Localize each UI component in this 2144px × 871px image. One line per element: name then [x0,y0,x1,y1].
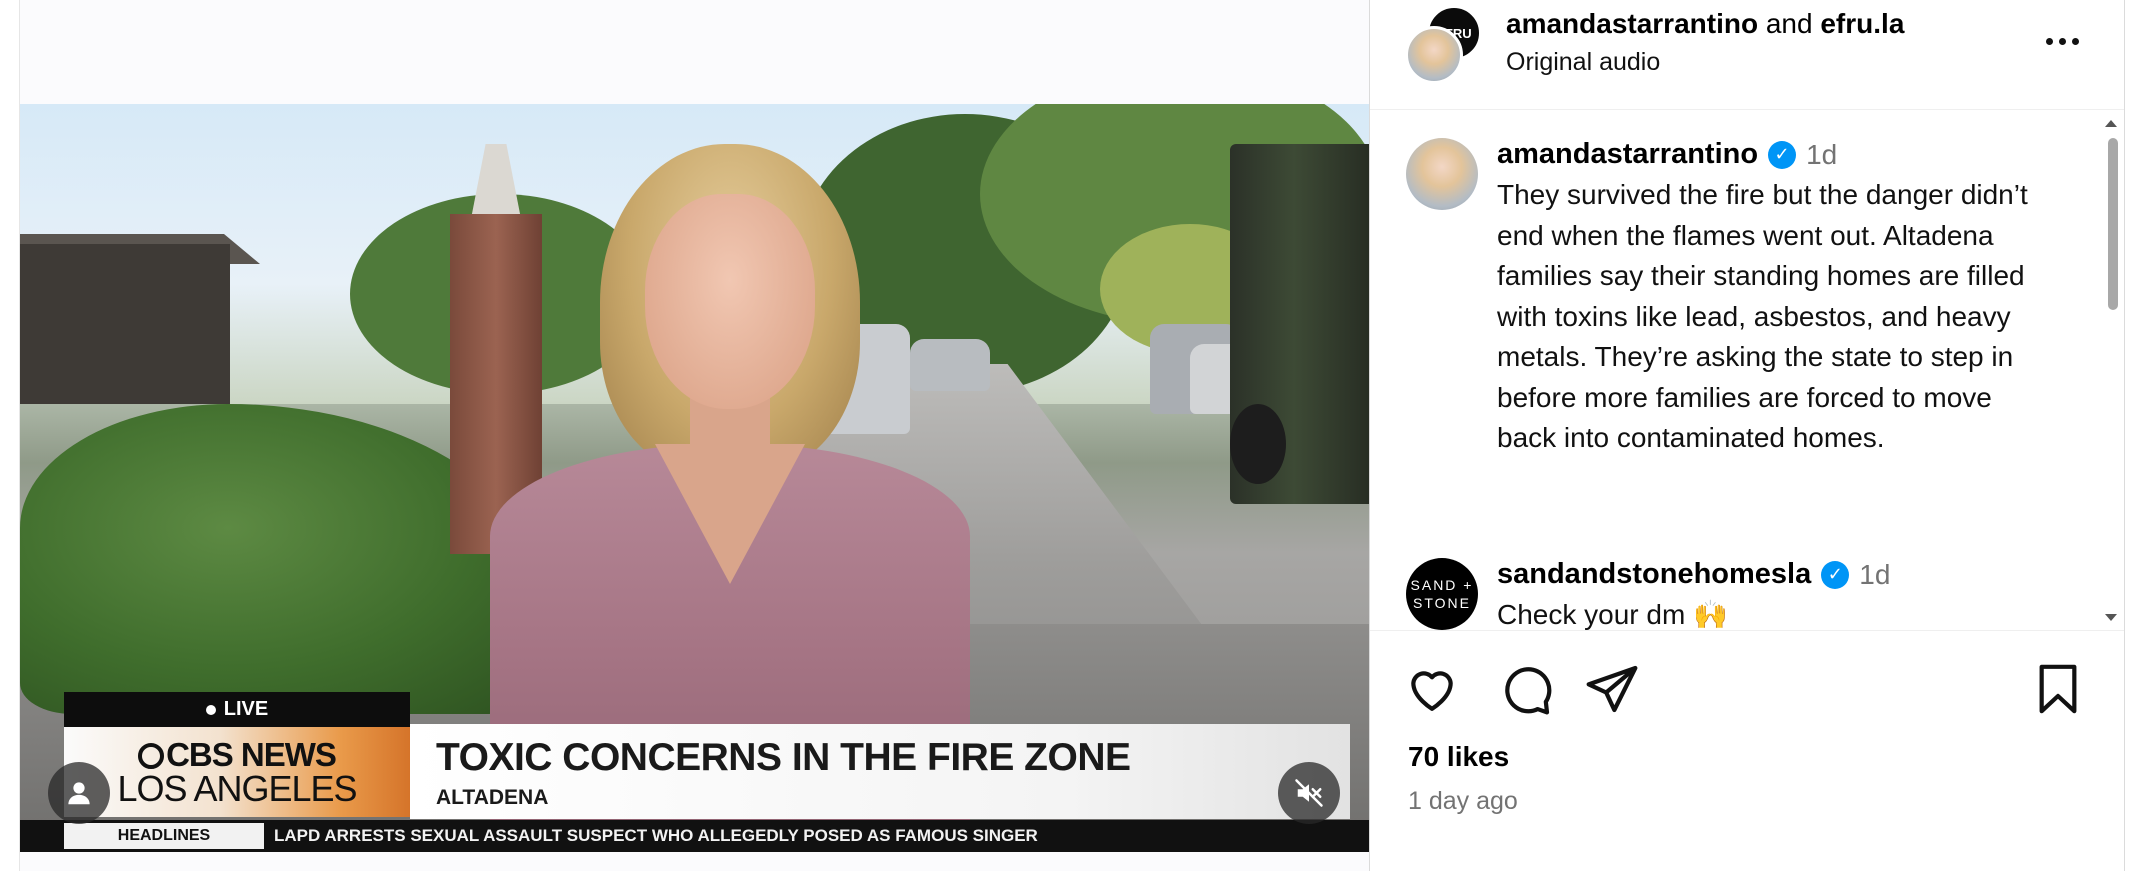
live-label: LIVE [223,698,269,720]
author-joiner: and [1765,8,1813,39]
video-house [20,244,230,404]
comment-username[interactable]: amandastarrantino [1497,138,1758,171]
speaker-muted-icon [1295,779,1323,807]
instagram-post-view: LIVE CBS NEWS LOS ANGELES TOXIC CONCERNS… [0,0,2144,871]
scroll-up-icon[interactable] [2105,120,2117,127]
news-brand: CBS NEWS LOS ANGELES [64,727,410,817]
post-side-pane: EFRU amandastarrantino and efru.la Origi… [1369,0,2125,871]
comment-avatar[interactable] [1406,138,1478,210]
person-icon [68,782,90,805]
lower-third-headline: TOXIC CONCERNS IN THE FIRE ZONE ALTADENA [410,724,1350,819]
author-avatars[interactable]: EFRU [1405,6,1485,86]
caption-comment: amandastarrantino ✓ 1d They survived the… [1406,138,2057,459]
comment-body: sandandstonehomesla ✓ 1d Check your dm 🙌 [1497,558,2057,630]
comment-header: sandandstonehomesla ✓ 1d [1497,558,2057,591]
live-dot-icon [205,704,216,715]
live-badge: LIVE [64,692,410,727]
comment-text: Check your dm 🙌 [1497,599,1728,630]
more-dot [2058,37,2066,45]
amanda-avatar[interactable] [1405,26,1463,84]
brand-line-2: LOS ANGELES [117,767,357,809]
comment-avatar[interactable]: SAND + STONE [1406,558,1478,630]
tagged-users-button[interactable] [48,762,110,824]
news-ticker: HEADLINES LAPD ARRESTS SEXUAL ASSAULT SU… [20,820,1369,852]
post-timestamp[interactable]: 1 day ago [1408,787,1518,816]
heart-icon[interactable] [1404,661,1460,717]
scrollbar-thumb[interactable] [2108,138,2118,310]
scroll-down-icon[interactable] [2105,614,2117,621]
video-wheel [1230,404,1286,484]
headline-text: TOXIC CONCERNS IN THE FIRE ZONE [436,736,1131,779]
verified-badge-icon: ✓ [1821,560,1850,589]
comment-item: SAND + STONE sandandstonehomesla ✓ 1d Ch… [1406,558,2057,630]
likes-count[interactable]: 70 likes [1408,741,1509,773]
post-header: EFRU amandastarrantino and efru.la Origi… [1370,0,2124,110]
comment-body: amandastarrantino ✓ 1d They survived the… [1497,138,2057,459]
media-pane: LIVE CBS NEWS LOS ANGELES TOXIC CONCERNS… [19,0,1369,871]
author-link-amandastarrantino[interactable]: amandastarrantino [1506,8,1758,39]
post-actions: 70 likes 1 day ago [1370,630,2124,871]
author-names: amandastarrantino and efru.la [1506,8,1904,40]
ticker-text: LAPD ARRESTS SEXUAL ASSAULT SUSPECT WHO … [274,826,1038,845]
brand-line-1: CBS NEWS [138,738,337,771]
more-options-button[interactable] [2040,26,2084,56]
avatar-text: SAND + [1410,577,1474,593]
comment-header: amandastarrantino ✓ 1d [1497,138,2057,171]
mute-button[interactable] [1278,762,1340,824]
comment-bubble-icon[interactable] [1498,661,1554,717]
comment-time[interactable]: 1d [1806,139,1837,171]
comments-list[interactable]: amandastarrantino ✓ 1d They survived the… [1370,110,2124,630]
audio-link[interactable]: Original audio [1506,48,1660,77]
comment-username[interactable]: sandandstonehomesla [1497,558,1811,591]
paper-plane-icon[interactable] [1584,661,1640,717]
avatar-text: STONE [1413,595,1471,611]
subheadline-text: ALTADENA [436,786,549,809]
comment-time[interactable]: 1d [1859,559,1890,591]
video-player[interactable]: LIVE CBS NEWS LOS ANGELES TOXIC CONCERNS… [20,104,1369,852]
comment-text: They survived the fire but the danger di… [1497,179,2028,453]
reporter-face [645,194,815,409]
more-dot [2071,37,2079,45]
verified-badge-icon: ✓ [1768,140,1797,169]
author-link-efru[interactable]: efru.la [1820,8,1904,39]
more-horizontal-icon [2045,37,2053,45]
cbs-eye-icon [138,742,165,769]
bookmark-icon[interactable] [2030,661,2086,717]
ticker-label: HEADLINES [64,823,264,849]
